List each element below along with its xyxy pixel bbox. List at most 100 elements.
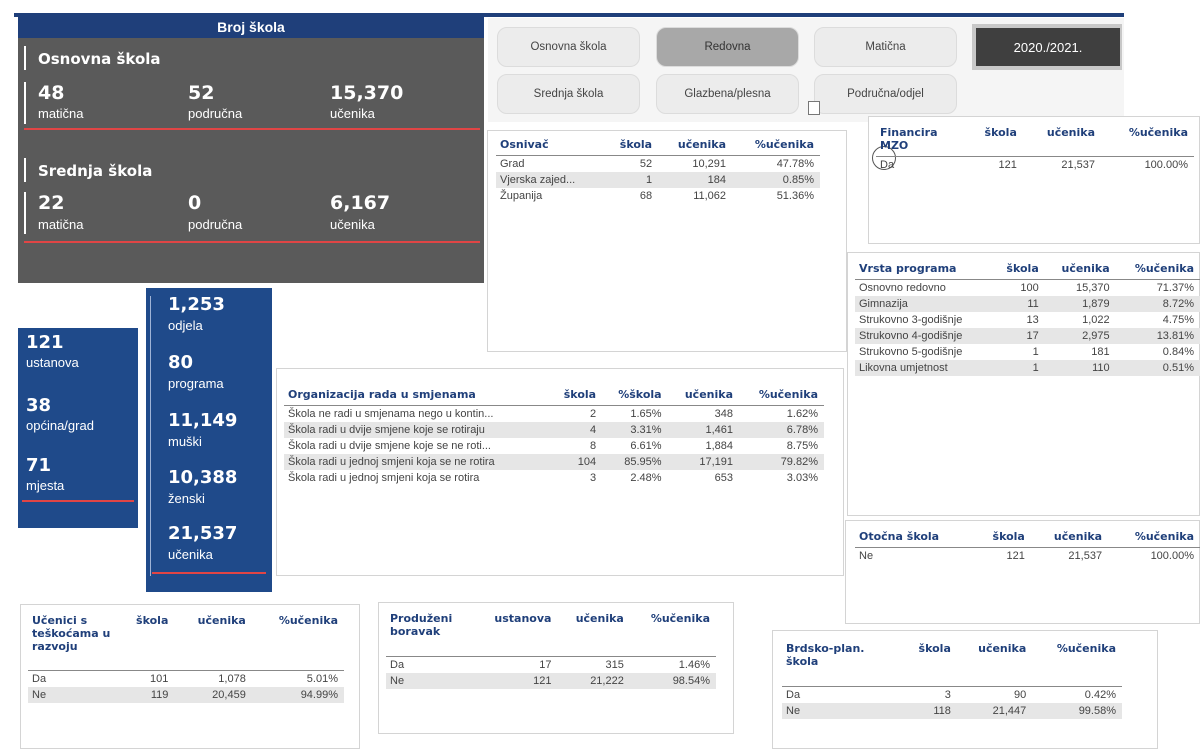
table-cell: Ne <box>859 550 874 562</box>
table-cell: 121 <box>998 159 1017 171</box>
filter-podrucna-button[interactable]: Područna/odjel <box>814 74 957 114</box>
smjene-table: Organizacija rada u smjenama škola %škola u… <box>284 388 824 486</box>
table-cell: Strukovno 3-godišnje <box>859 314 963 326</box>
table-cell: 181 <box>1091 346 1110 358</box>
table-cell: 1.62% <box>786 408 818 420</box>
table-row[interactable]: Županija 68 11,062 51.36% <box>496 188 820 204</box>
filter-srednja-skola-button[interactable]: Srednja škola <box>497 74 640 114</box>
column-header[interactable]: %učenika <box>1032 642 1122 687</box>
column-header[interactable]: škola <box>550 388 603 406</box>
column-header[interactable]: škola <box>902 642 957 687</box>
table-row[interactable]: Strukovno 3-godišnje 13 1,022 4.75% <box>855 312 1200 328</box>
column-header[interactable]: škola <box>993 262 1045 280</box>
col-header[interactable]: %učenika <box>732 138 820 156</box>
table-row[interactable]: Da 101 1,078 5.01% <box>28 671 344 688</box>
column-header[interactable]: Vrsta programa <box>855 262 994 280</box>
column-header[interactable]: Otočna škola <box>855 530 975 548</box>
focus-mode-icon[interactable] <box>808 101 820 115</box>
column-header[interactable]: učenika <box>1030 530 1109 548</box>
table-cell: 11,062 <box>693 190 727 202</box>
col-header[interactable]: učenika <box>658 138 733 156</box>
table-row[interactable]: Grad 52 10,291 47.78% <box>496 156 820 173</box>
table-cell: 121 <box>474 673 558 689</box>
table-row[interactable]: Škola ne radi u smjenama nego u kontin..… <box>284 406 824 423</box>
table-cell: 2,975 <box>1044 328 1116 344</box>
table-row[interactable]: Škola radi u dvije smjene koje se ne rot… <box>284 438 824 454</box>
column-header[interactable]: učenika <box>667 388 739 406</box>
filter-glazbena-button[interactable]: Glazbena/plesna <box>656 74 799 114</box>
table-cell: Strukovno 5-godišnje <box>859 346 963 358</box>
column-header[interactable]: škola <box>974 530 1031 548</box>
table-cell: 51.36% <box>776 190 814 202</box>
header-row[interactable]: Vrsta programa škola učenika %učenika <box>855 262 1200 280</box>
header-row[interactable]: Otočna škola škola učenika %učenika <box>855 530 1200 548</box>
table-row[interactable]: Strukovno 5-godišnje 1 181 0.84% <box>855 344 1200 360</box>
column-header[interactable]: %učenika <box>1115 262 1200 280</box>
table-cell: 101 <box>150 673 169 685</box>
table-cell: 1,461 <box>667 422 739 438</box>
table-row[interactable]: Škola radi u dvije smjene koje se rotira… <box>284 422 824 438</box>
header-row[interactable]: Organizacija rada u smjenama škola %škola u… <box>284 388 824 406</box>
muski-label: muški <box>168 434 202 449</box>
table-row[interactable]: Likovna umjetnost 1 110 0.51% <box>855 360 1200 376</box>
column-header[interactable]: Organizacija rada u smjenama <box>284 388 551 406</box>
column-header[interactable]: %učenika <box>739 388 824 406</box>
column-header[interactable]: učenika <box>174 614 252 671</box>
table-cell: 21,447 <box>956 703 1033 719</box>
table-row[interactable]: Vjerska zajed... 1 184 0.85% <box>496 172 820 188</box>
header-row[interactable]: Učenici s teškoćama u razvoju škola učenik… <box>28 614 344 671</box>
column-header[interactable]: učenika <box>557 612 630 657</box>
column-header[interactable]: %učenika <box>1108 530 1200 548</box>
table-row[interactable]: Da 121 21,537 100.00% <box>876 157 1194 174</box>
table-row[interactable]: Osnovno redovno 100 15,370 71.37% <box>855 280 1200 297</box>
table-cell: 11 <box>993 296 1045 312</box>
table-cell: Grad <box>500 158 525 170</box>
header-row[interactable]: Financira MZO škola učenika %učenika <box>876 126 1194 157</box>
column-header[interactable]: Financira MZO <box>876 126 966 157</box>
opcina-value: 38 <box>26 395 52 416</box>
table-row[interactable]: Škola radi u jednoj smjeni koja se ne ro… <box>284 454 824 470</box>
column-header[interactable]: učenika <box>1044 262 1116 280</box>
column-header[interactable]: %učenika <box>251 614 344 671</box>
column-header[interactable]: škola <box>118 614 175 671</box>
mjesta-value: 71 <box>26 455 52 476</box>
column-header[interactable]: učenika <box>1022 126 1102 157</box>
table-cell: 0.51% <box>1115 360 1200 376</box>
col-header[interactable]: Osnivač <box>496 138 605 156</box>
table-row[interactable]: Ne 121 21,537 100.00% <box>855 548 1200 565</box>
table-row[interactable]: Da 3 90 0.42% <box>782 687 1122 704</box>
column-header[interactable]: %škola <box>602 388 668 406</box>
section-marker <box>24 82 26 124</box>
table-row[interactable]: Gimnazija 11 1,879 8.72% <box>855 296 1200 312</box>
year-selector[interactable]: 2020./2021. <box>976 28 1120 66</box>
col-header[interactable]: škola <box>604 138 659 156</box>
table-row[interactable]: Da 17 315 1.46% <box>386 657 716 674</box>
table-row[interactable]: Škola radi u jednoj smjeni koja se rotir… <box>284 470 824 486</box>
secondary-maticna-label: matična <box>38 217 84 232</box>
column-header[interactable]: Produženi boravak <box>386 612 474 657</box>
table-row[interactable]: Ne 121 21,222 98.54% <box>386 673 716 689</box>
filter-redovna-button[interactable]: Redovna <box>656 27 799 67</box>
odjela-value: 1,253 <box>168 294 225 315</box>
column-header[interactable]: %učenika <box>1101 126 1194 157</box>
header-row[interactable]: Osnivač škola učenika %učenika <box>496 138 820 156</box>
header-row[interactable]: Brdsko-plan. škola škola učenika %učenika <box>782 642 1122 687</box>
column-header[interactable]: škola <box>966 126 1023 157</box>
table-row[interactable]: Strukovno 4-godišnje 17 2,975 13.81% <box>855 328 1200 344</box>
filter-osnovna-skola-button[interactable]: Osnovna škola <box>497 27 640 67</box>
column-header[interactable]: Učenici s teškoćama u razvoju <box>28 614 118 671</box>
table-cell: 13.81% <box>1115 328 1200 344</box>
table-cell: 119 <box>118 687 175 703</box>
table-cell: Vjerska zajed... <box>496 172 605 188</box>
table-cell: 94.99% <box>251 687 344 703</box>
column-header[interactable]: ustanova <box>474 612 558 657</box>
table-row[interactable]: Ne 119 20,459 94.99% <box>28 687 344 703</box>
primary-podrucna-label: područna <box>188 106 243 121</box>
column-header[interactable]: %učenika <box>629 612 716 657</box>
header-row[interactable]: Produženi boravak ustanova učenika %učenika <box>386 612 716 657</box>
table-cell: 653 <box>714 472 733 484</box>
filter-maticna-button[interactable]: Matična <box>814 27 957 67</box>
column-header[interactable]: učenika <box>956 642 1033 687</box>
table-row[interactable]: Ne 118 21,447 99.58% <box>782 703 1122 719</box>
column-header[interactable]: Brdsko-plan. škola <box>782 642 902 687</box>
